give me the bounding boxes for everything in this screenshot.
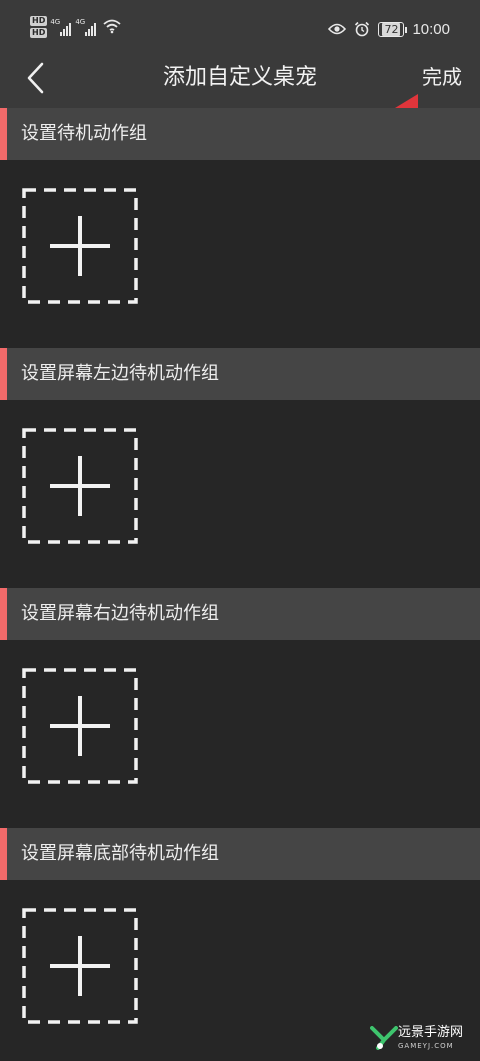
add-action-button[interactable] [22, 908, 138, 1024]
watermark-name: 远景手游网 [398, 1025, 464, 1040]
section-header: 设置屏幕右边待机动作组 [0, 588, 480, 640]
section-title: 设置屏幕左边待机动作组 [21, 363, 219, 384]
page-title: 添加自定义桌宠 [162, 65, 317, 90]
section-accent-bar [0, 348, 7, 400]
signal-icon-2: 4G [75, 16, 97, 36]
add-action-button[interactable] [22, 188, 138, 304]
hd-badge-2: HD [30, 28, 48, 38]
section-body [0, 640, 480, 828]
done-button[interactable]: 完成 [422, 62, 462, 92]
section-accent-bar [0, 108, 7, 160]
wifi-icon [103, 19, 121, 34]
section-title: 设置屏幕底部待机动作组 [21, 843, 219, 864]
dashed-frame [22, 668, 138, 784]
section-header: 设置待机动作组 [0, 108, 480, 160]
watermark-icon [370, 1026, 398, 1050]
watermark-logo: 远景手游网 GAMEYJ.COM [370, 1022, 474, 1056]
battery-level: 72 [382, 22, 401, 36]
dashed-frame [22, 428, 138, 544]
battery-icon: 72 [378, 21, 408, 37]
plus-icon [50, 216, 110, 276]
section-body [0, 400, 480, 588]
network-type-1: 4G [50, 18, 61, 26]
add-action-button[interactable] [22, 668, 138, 784]
eye-icon [328, 23, 347, 35]
clock: 10:00 [412, 20, 450, 38]
section-header: 设置屏幕左边待机动作组 [0, 348, 480, 400]
section-header: 设置屏幕底部待机动作组 [0, 828, 480, 880]
dashed-frame [22, 908, 138, 1024]
watermark-url: GAMEYJ.COM [398, 1042, 454, 1050]
plus-icon [50, 936, 110, 996]
section-body [0, 160, 480, 348]
app-screen: HD HD 4G 4G 72 10:00 添加自定义桌宠 完成 设置待机动作组 … [0, 0, 480, 1061]
hd-badge-1: HD [30, 16, 48, 26]
status-right: 72 10:00 [328, 18, 450, 40]
section-accent-bar [0, 588, 7, 640]
network-type-2: 4G [75, 18, 86, 26]
section-idle: 设置待机动作组 [0, 108, 480, 348]
section-title: 设置屏幕右边待机动作组 [21, 603, 219, 624]
dashed-frame [22, 188, 138, 304]
plus-icon [50, 696, 110, 756]
add-action-button[interactable] [22, 428, 138, 544]
status-left: HD HD 4G 4G [30, 16, 121, 44]
plus-icon [50, 456, 110, 516]
hd-icon: HD HD [30, 16, 48, 38]
section-right: 设置屏幕右边待机动作组 [0, 588, 480, 828]
section-title: 设置待机动作组 [21, 123, 147, 144]
alarm-icon [355, 21, 370, 37]
title-bar: 添加自定义桌宠 完成 [0, 52, 480, 108]
section-accent-bar [0, 828, 7, 880]
section-left: 设置屏幕左边待机动作组 [0, 348, 480, 588]
status-bar: HD HD 4G 4G 72 10:00 [0, 0, 480, 52]
signal-icon: 4G [50, 16, 72, 36]
